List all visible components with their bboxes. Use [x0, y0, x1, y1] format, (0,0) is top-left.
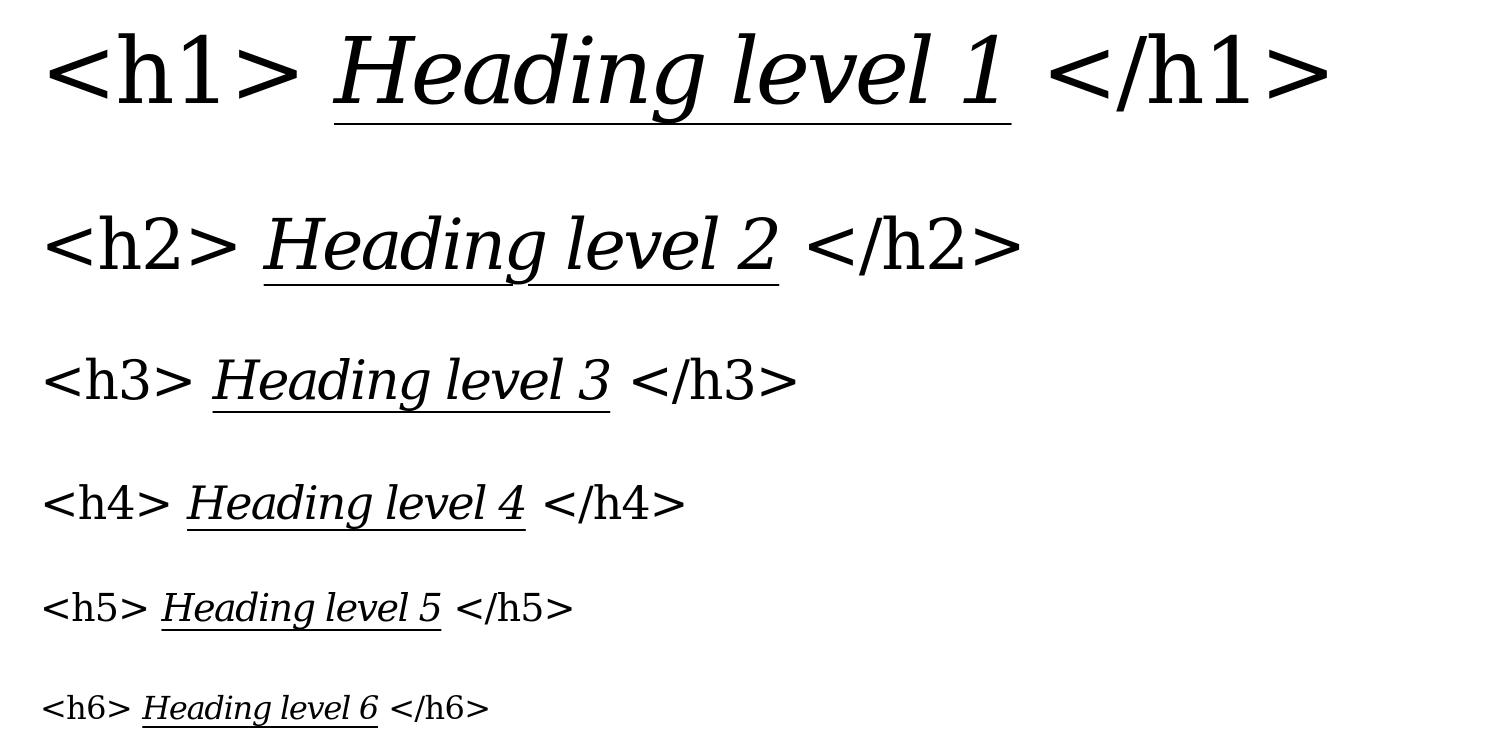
- heading-4-text: Heading level 4: [187, 476, 528, 530]
- close-tag-h3: </h3>: [627, 349, 802, 412]
- heading-2-text: Heading level 2: [263, 204, 782, 286]
- open-tag-h4: <h4>: [40, 476, 173, 530]
- heading-5-text: Heading level 5: [161, 586, 442, 630]
- close-tag-h4: </h4>: [540, 476, 689, 530]
- heading-1-text: Heading level 1: [334, 18, 1015, 125]
- heading-level-1: <h1> Heading level 1 </h1>: [40, 18, 1337, 125]
- heading-level-4: <h4> Heading level 4 </h4>: [40, 476, 689, 530]
- close-tag-h2: </h2>: [801, 204, 1027, 286]
- open-tag-h3: <h3>: [40, 349, 196, 412]
- close-tag-h1: </h1>: [1041, 18, 1337, 125]
- heading-level-6: <h6> Heading level 6 </h6>: [40, 689, 491, 727]
- open-tag-h6: <h6>: [40, 689, 133, 727]
- heading-6-text: Heading level 6: [142, 689, 379, 727]
- heading-3-text: Heading level 3: [212, 349, 613, 412]
- close-tag-h6: </h6>: [388, 689, 491, 727]
- open-tag-h5: <h5>: [40, 586, 150, 630]
- heading-level-2: <h2> Heading level 2 </h2>: [40, 204, 1027, 286]
- open-tag-h1: <h1>: [40, 18, 306, 125]
- heading-level-3: <h3> Heading level 3 </h3>: [40, 349, 802, 412]
- open-tag-h2: <h2>: [40, 204, 243, 286]
- heading-level-5: <h5> Heading level 5 </h5>: [40, 586, 576, 630]
- close-tag-h5: </h5>: [453, 586, 575, 630]
